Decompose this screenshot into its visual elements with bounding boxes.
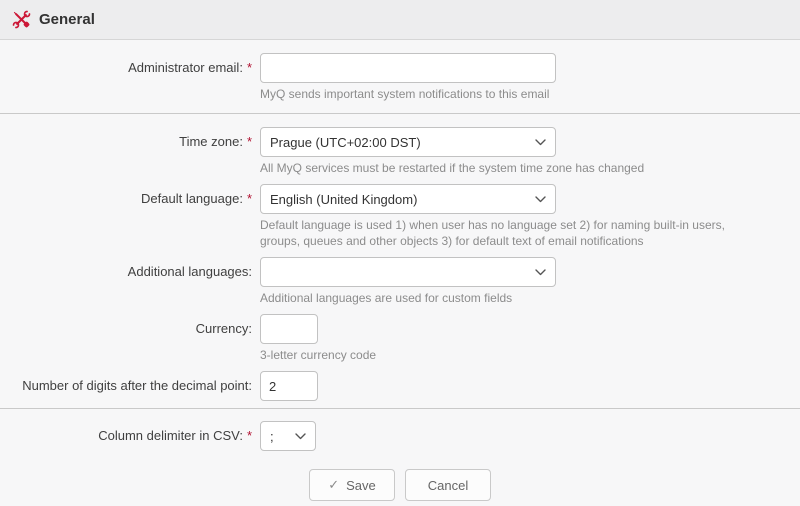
administrator-email-input[interactable] bbox=[260, 53, 556, 83]
general-settings-page: General Administrator email: * MyQ sends … bbox=[0, 0, 800, 506]
default-language-label: Default language: bbox=[141, 191, 243, 206]
time-zone-label: Time zone: bbox=[179, 134, 243, 149]
additional-languages-label: Additional languages: bbox=[128, 264, 252, 279]
csv-delimiter-label: Column delimiter in CSV: bbox=[98, 428, 243, 443]
chevron-down-icon bbox=[295, 433, 306, 440]
field-row-additional-languages: Additional languages: Additional languag… bbox=[0, 257, 800, 306]
decimal-digits-input[interactable] bbox=[260, 371, 318, 401]
decimal-digits-label: Number of digits after the decimal point… bbox=[22, 378, 252, 393]
cancel-button-label: Cancel bbox=[428, 478, 468, 493]
time-zone-select[interactable]: Prague (UTC+02:00 DST) bbox=[260, 127, 556, 157]
default-language-hint: Default language is used 1) when user ha… bbox=[260, 217, 757, 249]
additional-languages-select[interactable] bbox=[260, 257, 556, 287]
field-row-decimal-digits: Number of digits after the decimal point… bbox=[0, 371, 800, 401]
time-zone-value: Prague (UTC+02:00 DST) bbox=[270, 135, 421, 150]
time-zone-hint: All MyQ services must be restarted if th… bbox=[260, 160, 644, 176]
page-title: General bbox=[39, 11, 95, 28]
form-actions: ✓ Save Cancel bbox=[0, 469, 800, 501]
csv-delimiter-select[interactable]: ; bbox=[260, 421, 316, 451]
csv-delimiter-value: ; bbox=[270, 429, 274, 444]
required-marker: * bbox=[247, 428, 252, 443]
field-row-default-language: Default language: * English (United Kingd… bbox=[0, 184, 800, 249]
currency-label: Currency: bbox=[196, 321, 252, 336]
required-marker: * bbox=[247, 134, 252, 149]
currency-hint: 3-letter currency code bbox=[260, 347, 376, 363]
check-icon: ✓ bbox=[328, 477, 339, 493]
field-row-currency: Currency: 3-letter currency code bbox=[0, 314, 800, 363]
chevron-down-icon bbox=[535, 196, 546, 203]
save-button-label: Save bbox=[346, 478, 376, 493]
field-row-time-zone: Time zone: * Prague (UTC+02:00 DST) All M… bbox=[0, 127, 800, 176]
administrator-email-label: Administrator email: bbox=[128, 60, 243, 75]
default-language-value: English (United Kingdom) bbox=[270, 192, 417, 207]
administrator-email-hint: MyQ sends important system notifications… bbox=[260, 86, 556, 102]
cancel-button[interactable]: Cancel bbox=[405, 469, 491, 501]
save-button[interactable]: ✓ Save bbox=[309, 469, 395, 501]
admin-email-section: Administrator email: * MyQ sends importan… bbox=[0, 40, 800, 113]
default-language-select[interactable]: English (United Kingdom) bbox=[260, 184, 556, 214]
additional-languages-hint: Additional languages are used for custom… bbox=[260, 290, 556, 306]
field-row-csv-delimiter: Column delimiter in CSV: * ; bbox=[0, 421, 800, 451]
tools-icon bbox=[12, 10, 31, 29]
section-header: General bbox=[0, 0, 800, 40]
currency-input[interactable] bbox=[260, 314, 318, 344]
field-row-administrator-email: Administrator email: * MyQ sends importan… bbox=[0, 53, 800, 102]
required-marker: * bbox=[247, 191, 252, 206]
csv-section: Column delimiter in CSV: * ; bbox=[0, 409, 800, 451]
required-marker: * bbox=[247, 60, 252, 75]
chevron-down-icon bbox=[535, 139, 546, 146]
locale-section: Time zone: * Prague (UTC+02:00 DST) All M… bbox=[0, 114, 800, 408]
chevron-down-icon bbox=[535, 269, 546, 276]
